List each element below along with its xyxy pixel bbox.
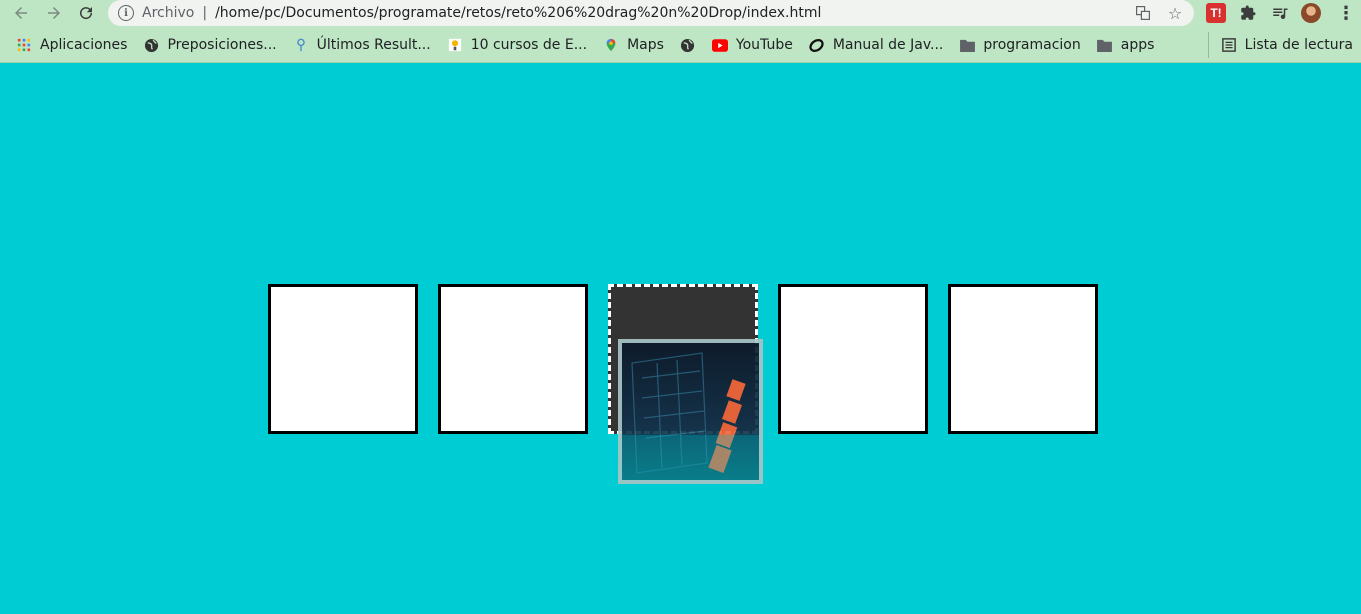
- reading-list-icon: [1221, 37, 1237, 53]
- bookmark-folder-apps[interactable]: apps: [1097, 37, 1155, 53]
- bookmark-manual-javascript[interactable]: Manual de Jav...: [809, 37, 944, 53]
- apps-grid-icon: [16, 37, 32, 53]
- pin-icon: [293, 37, 309, 53]
- youtube-icon: [711, 37, 728, 53]
- info-icon[interactable]: i: [118, 5, 134, 21]
- drag-ghost-image[interactable]: [618, 339, 763, 484]
- arrow-right-icon: [48, 7, 60, 19]
- url-text[interactable]: /home/pc/Documentos/programate/retos/ret…: [215, 5, 821, 21]
- profile-avatar[interactable]: [1301, 3, 1321, 23]
- scheme-label: Archivo: [142, 5, 195, 21]
- bookmark-label: 10 cursos de E...: [470, 37, 588, 53]
- puzzle-icon[interactable]: [1238, 3, 1258, 23]
- media-control-icon[interactable]: [1270, 3, 1290, 23]
- bookmark-aplicaciones[interactable]: Aplicaciones: [16, 37, 127, 53]
- dropzone-1[interactable]: [268, 284, 418, 434]
- bookmark-label: apps: [1120, 37, 1155, 53]
- bookmark-label: Manual de Jav...: [832, 37, 944, 53]
- reload-icon: [80, 7, 93, 20]
- reading-list-label: Lista de lectura: [1244, 37, 1353, 53]
- bookmark-globe[interactable]: [680, 37, 696, 53]
- bookmark-youtube[interactable]: YouTube: [711, 37, 793, 53]
- bulb-icon: [447, 37, 463, 53]
- neon-sign-image: [622, 343, 759, 480]
- star-icon[interactable]: ☆: [1166, 4, 1184, 23]
- bookmark-10-cursos[interactable]: 10 cursos de E...: [447, 37, 587, 53]
- bookmark-label: YouTube: [735, 37, 793, 53]
- globe-icon: [680, 37, 696, 53]
- bookmarks-bar: Aplicaciones Preposiciones... Últimos Re…: [0, 32, 1361, 58]
- extension-tt-icon[interactable]: T!: [1206, 3, 1226, 23]
- browser-toolbar: i Archivo | /home/pc/Documentos/programa…: [0, 0, 1361, 63]
- forward-button[interactable]: [39, 0, 69, 26]
- globe-icon: [143, 37, 159, 53]
- maps-pin-icon: [603, 37, 619, 53]
- swirl-icon: [809, 37, 825, 53]
- dropzone-5[interactable]: [948, 284, 1098, 434]
- bookmark-label: Últimos Result...: [316, 37, 431, 53]
- menu-dots-icon[interactable]: ⋮: [1336, 3, 1356, 24]
- bookmark-label: Preposiciones...: [167, 37, 277, 53]
- dropzone-4[interactable]: [778, 284, 928, 434]
- bookmark-folder-programacion[interactable]: programacion: [959, 37, 1081, 53]
- folder-icon: [1097, 37, 1113, 53]
- bookmark-label: Maps: [627, 37, 664, 53]
- reading-list-button[interactable]: Lista de lectura: [1207, 32, 1353, 58]
- address-separator: |: [202, 5, 208, 21]
- arrow-left-icon: [15, 7, 27, 19]
- bookmark-maps[interactable]: Maps: [603, 37, 664, 53]
- translate-icon[interactable]: [1134, 4, 1152, 22]
- bookmark-label: programacion: [983, 37, 1081, 53]
- folder-icon: [959, 37, 975, 53]
- back-button[interactable]: [6, 0, 36, 26]
- bookmark-preposiciones[interactable]: Preposiciones...: [143, 37, 277, 53]
- bookmark-label: Aplicaciones: [40, 37, 128, 53]
- bookmark-ultimos-resultados[interactable]: Últimos Result...: [293, 37, 431, 53]
- address-bar[interactable]: i Archivo | /home/pc/Documentos/programa…: [108, 0, 1194, 26]
- dropzone-2[interactable]: [438, 284, 588, 434]
- reload-button[interactable]: [71, 0, 101, 26]
